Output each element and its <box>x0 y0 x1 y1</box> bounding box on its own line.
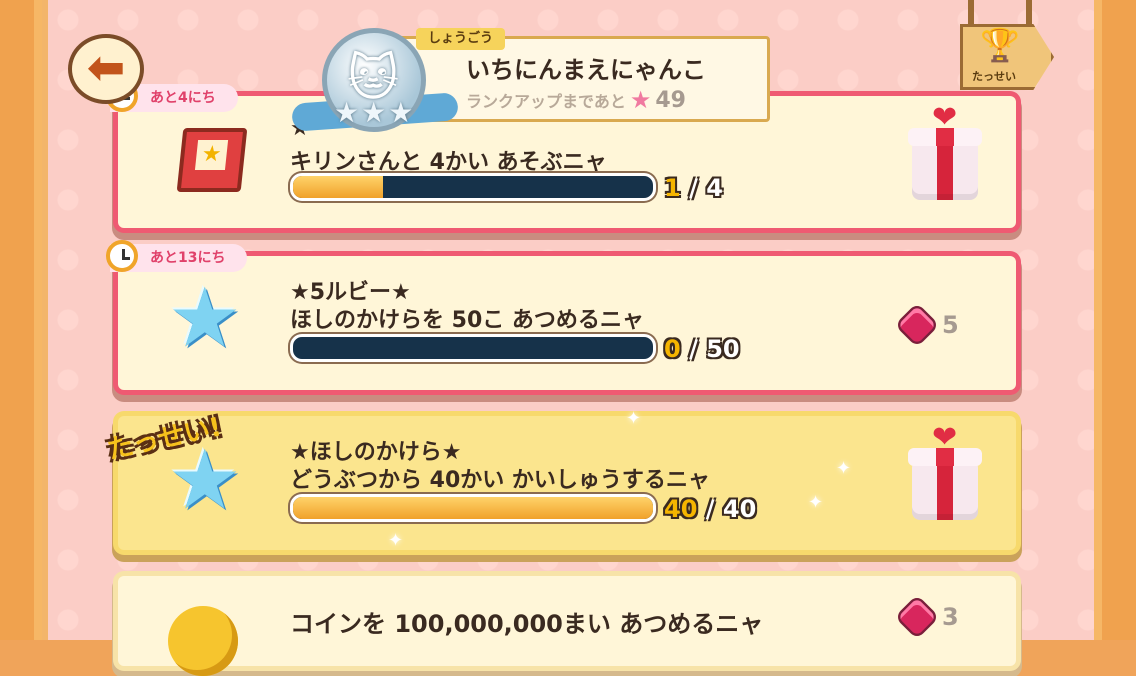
progress-bar <box>290 494 656 522</box>
rank-up-text: ランクアップまであと <box>466 92 626 111</box>
star-fragment-icon: ★ <box>168 271 242 366</box>
ruby-reward: 5 <box>897 305 959 345</box>
star-fragment-icon: ★ <box>168 433 242 528</box>
mission-description: どうぶつから 40かい かいしゅうするニャ <box>290 468 710 493</box>
medal-stars-icon: ★★★ <box>334 96 416 129</box>
progress-count: 0 / 50 <box>664 335 740 363</box>
ruby-count: 5 <box>942 311 959 339</box>
progress-bar <box>290 334 656 362</box>
achievements-label: たっせい <box>972 70 1016 83</box>
ruby-icon <box>897 305 937 345</box>
sign-rope <box>968 0 974 26</box>
progress-fill <box>293 176 383 198</box>
coin-icon <box>168 606 238 676</box>
sign-board-icon: ★ <box>176 128 248 192</box>
sparkle-icon: ✦ <box>808 492 824 513</box>
sparkle-icon: ✦ <box>626 408 642 429</box>
progress-bar <box>290 173 656 201</box>
clock-icon <box>106 240 138 272</box>
sparkle-icon: ✦ <box>836 458 852 479</box>
ruby-count: 3 <box>942 603 959 631</box>
rank-title: いちにんまえにゃんこ <box>466 56 706 84</box>
right-frame <box>1094 0 1136 640</box>
trophy-icon: 🏆 <box>980 26 1020 64</box>
rank-tag: しょうごう <box>416 28 506 50</box>
rank-up-count: 49 <box>655 87 686 113</box>
gift-icon[interactable] <box>908 100 982 200</box>
gift-icon[interactable] <box>908 420 982 520</box>
pink-star-icon: ★ <box>629 86 652 114</box>
progress-count: 40 / 40 <box>664 495 757 523</box>
ruby-icon <box>897 597 937 637</box>
mission-description: ほしのかけらを 50こ あつめるニャ <box>290 308 644 333</box>
left-frame <box>0 0 42 640</box>
rank-up-info: ランクアップまであと ★ 49 <box>466 86 686 114</box>
ruby-reward: 3 <box>897 597 959 637</box>
sign-rope <box>1026 0 1032 26</box>
progress-count: 1 / 4 <box>664 174 723 202</box>
sparkle-icon: ✦ <box>388 530 404 551</box>
progress-fill <box>293 497 653 519</box>
mission-description: コインを 100,000,000まい あつめるニャ <box>290 610 764 638</box>
mission-description: キリンさんと 4かい あそぶニャ <box>290 150 607 175</box>
back-arrow-icon: ⬅ <box>86 40 126 94</box>
back-button[interactable]: ⬅ <box>68 34 144 104</box>
